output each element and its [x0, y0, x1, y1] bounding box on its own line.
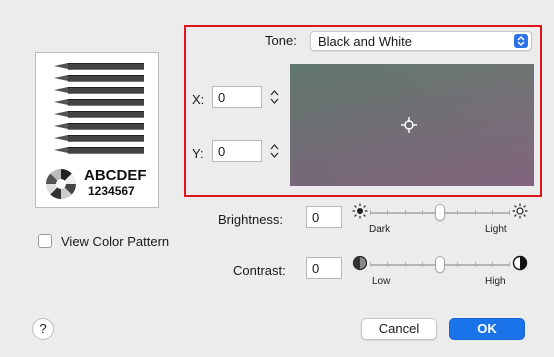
view-color-pattern-label[interactable]: View Color Pattern — [61, 234, 169, 249]
tone-selected-value: Black and White — [318, 34, 412, 49]
ok-button[interactable]: OK — [449, 318, 525, 340]
contrast-max-label: High — [485, 276, 506, 287]
y-field[interactable]: 0 — [212, 140, 262, 162]
select-arrows-icon — [514, 34, 528, 48]
crosshair-icon[interactable] — [401, 117, 417, 133]
contrast-label: Contrast: — [233, 263, 286, 278]
stepper-arrows-icon — [270, 90, 279, 104]
y-label: Y: — [192, 146, 204, 161]
brightness-slider-knob[interactable] — [435, 204, 445, 221]
x-value: 0 — [218, 90, 226, 105]
brightness-min-label: Dark — [369, 224, 391, 235]
x-stepper[interactable] — [268, 86, 281, 108]
contrast-min-label: Low — [372, 276, 391, 287]
brightness-label: Brightness: — [218, 212, 284, 227]
sun-dark-icon — [352, 203, 368, 219]
pencil-graphic — [54, 111, 144, 118]
stepper-arrows-icon — [270, 144, 279, 158]
view-color-pattern-checkbox[interactable] — [38, 234, 52, 248]
pencil-graphic — [54, 123, 144, 130]
pencil-graphic — [54, 135, 144, 142]
color-wheel-icon — [46, 169, 76, 199]
x-field[interactable]: 0 — [212, 86, 262, 108]
y-stepper[interactable] — [268, 140, 281, 162]
brightness-field[interactable]: 0 — [306, 206, 342, 228]
pencil-graphic — [54, 75, 144, 82]
brightness-slider[interactable] — [370, 203, 510, 223]
preview-text-line1: ABCDEF — [84, 167, 147, 184]
pencil-graphic — [54, 87, 144, 94]
brightness-value: 0 — [312, 210, 320, 225]
sun-light-icon — [512, 203, 528, 219]
contrast-high-icon — [512, 255, 528, 271]
contrast-slider[interactable] — [370, 255, 510, 275]
contrast-low-icon — [352, 255, 368, 271]
pencil-graphic — [54, 63, 144, 70]
contrast-slider-knob[interactable] — [435, 256, 445, 273]
pencil-graphic — [54, 99, 144, 106]
preview-image: ABCDEF 1234567 — [35, 52, 159, 208]
contrast-field[interactable]: 0 — [306, 257, 342, 279]
contrast-value: 0 — [312, 261, 320, 276]
y-value: 0 — [218, 144, 226, 159]
x-label: X: — [192, 92, 205, 107]
tone-select[interactable]: Black and White — [310, 31, 532, 51]
tone-label: Tone: — [265, 33, 297, 48]
help-button[interactable]: ? — [32, 318, 54, 340]
cancel-button[interactable]: Cancel — [361, 318, 437, 340]
brightness-max-label: Light — [485, 224, 507, 235]
pencil-graphic — [54, 147, 144, 154]
preview-text-line2: 1234567 — [88, 184, 135, 198]
